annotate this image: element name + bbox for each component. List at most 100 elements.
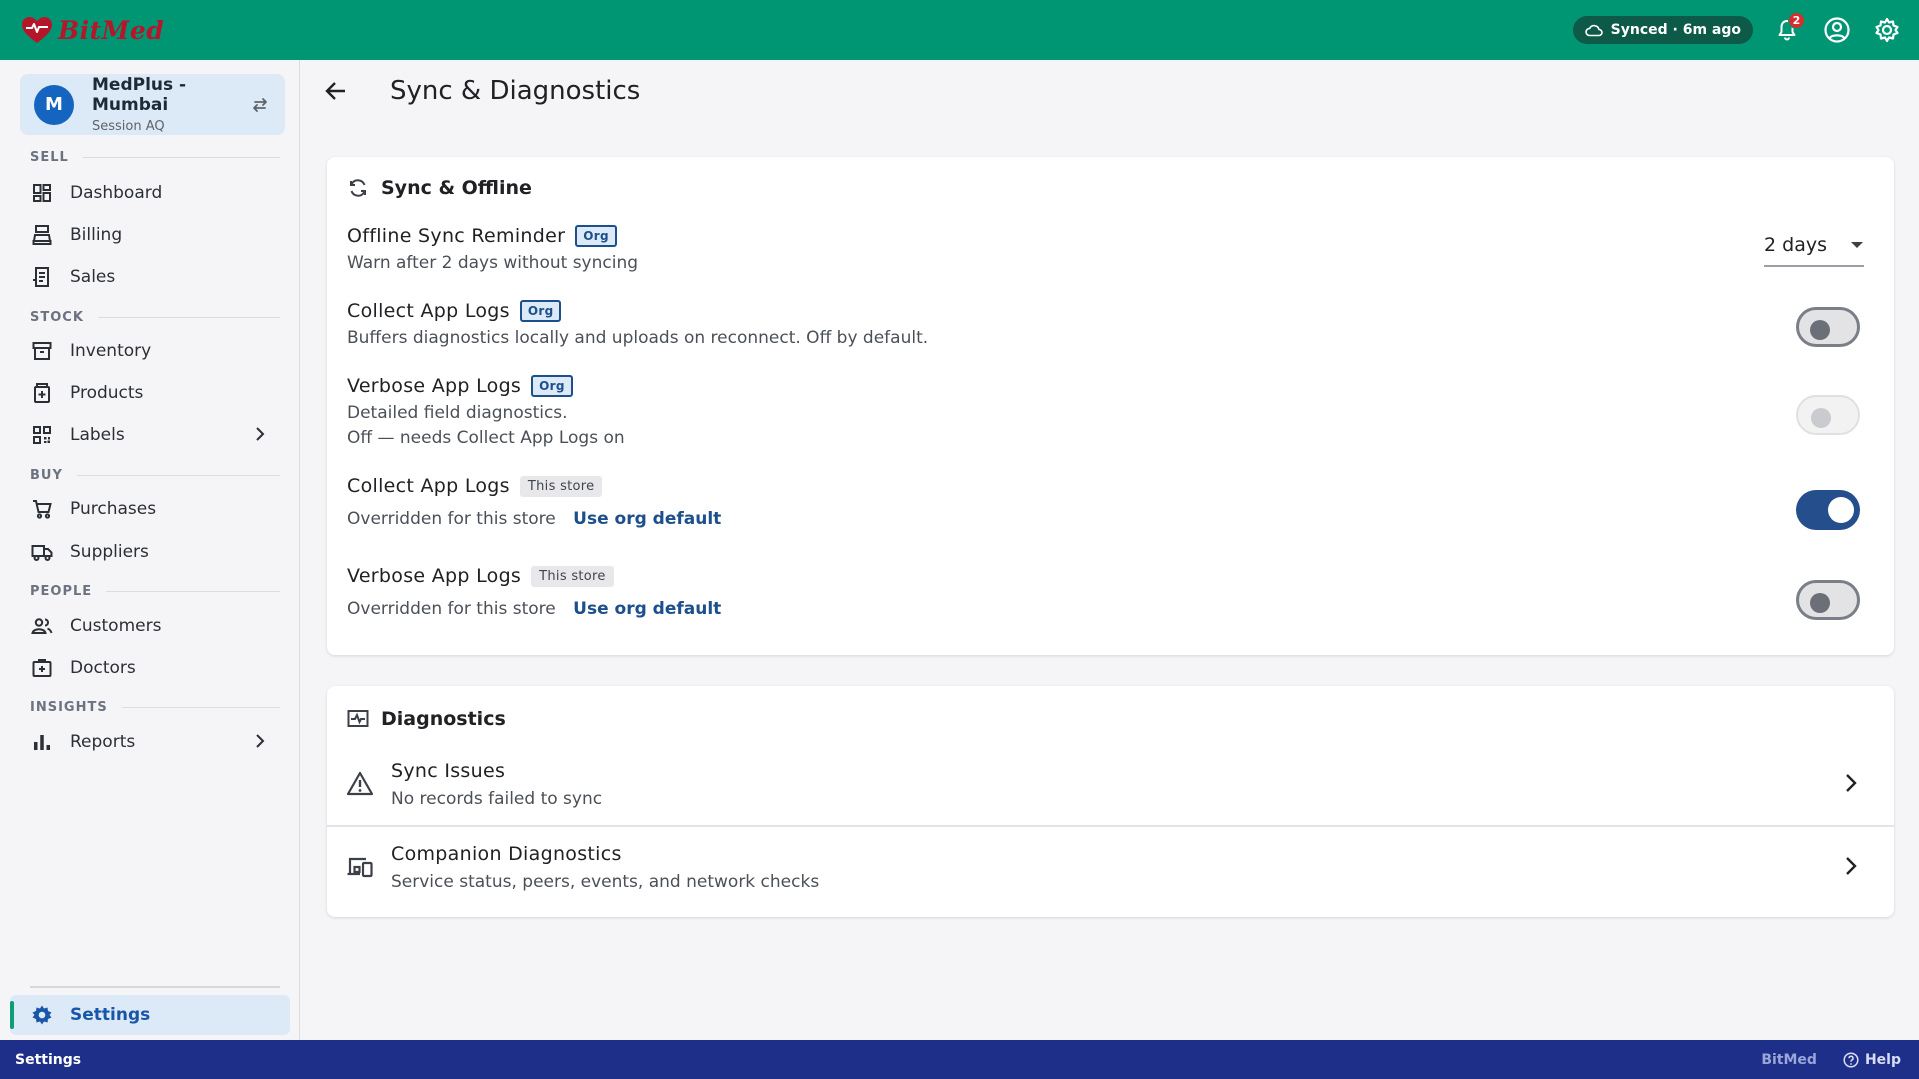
sidebar-divider <box>30 986 280 988</box>
notifications-button[interactable]: 2 <box>1771 12 1805 46</box>
section-people: PEOPLE <box>30 584 280 599</box>
collect-app-logs-store-toggle[interactable] <box>1796 490 1860 530</box>
top-app-bar: BitMed Synced · 6m ago 2 <box>0 0 1919 60</box>
sync-icon <box>350 179 366 197</box>
section-label: STOCK <box>30 310 84 325</box>
row-subtitle: No records failed to sync <box>391 788 603 809</box>
sync-offline-card: Sync & Offline Offline Sync Reminder Org… <box>327 157 1894 655</box>
help-label: Help <box>1864 1051 1901 1068</box>
card-title-text: Sync & Offline <box>381 177 532 199</box>
section-stock: STOCK <box>30 310 280 325</box>
cash-register-icon <box>32 225 52 245</box>
gear-icon <box>32 1005 52 1025</box>
gear-icon <box>1875 17 1899 43</box>
setting-offline-sync-reminder: Offline Sync Reminder Org Warn after 2 d… <box>347 225 1874 276</box>
sidebar-item-label: Doctors <box>70 658 136 678</box>
store-name: MedPlus - Mumbai <box>92 75 187 115</box>
setting-title: Offline Sync Reminder <box>347 225 566 247</box>
row-title: Sync Issues <box>391 759 506 782</box>
override-note: Overridden for this store <box>347 509 556 529</box>
setting-verbose-app-logs-store: Verbose App Logs This store Overridden f… <box>347 565 1874 622</box>
brand-name: BitMed <box>58 15 165 45</box>
collect-app-logs-org-toggle[interactable] <box>1796 307 1860 347</box>
sidebar-item-label: Sales <box>70 267 116 287</box>
verbose-app-logs-org-toggle[interactable] <box>1796 395 1860 435</box>
sidebar-item-dashboard[interactable]: Dashboard <box>20 173 285 213</box>
setting-description-line: Detailed field diagnostics. <box>347 403 568 423</box>
setting-collect-app-logs-org: Collect App Logs Org Buffers diagnostics… <box>347 300 1874 351</box>
monitor-heartbeat-icon <box>347 710 369 727</box>
settings-button[interactable] <box>1871 14 1903 46</box>
sync-issues-row[interactable]: Sync Issues No records failed to sync <box>327 744 1894 824</box>
use-org-default-link[interactable]: Use org default <box>573 509 721 529</box>
dropdown-arrow-icon <box>1851 242 1863 248</box>
sidebar-item-purchases[interactable]: Purchases <box>20 489 285 529</box>
arrow-left-icon <box>325 82 345 100</box>
section-label: PEOPLE <box>30 584 93 599</box>
truck-icon <box>31 545 53 561</box>
scope-tag-org: Org <box>531 375 573 397</box>
section-label: SELL <box>30 150 69 165</box>
sidebar-item-label: Settings <box>70 1005 151 1025</box>
back-button[interactable] <box>320 75 352 107</box>
use-org-default-link[interactable]: Use org default <box>573 599 721 619</box>
sidebar-item-suppliers[interactable]: Suppliers <box>20 532 285 572</box>
sidebar-item-reports[interactable]: Reports <box>20 722 285 762</box>
section-buy: BUY <box>30 468 280 483</box>
scope-tag-org: Org <box>519 300 562 322</box>
sidebar-item-settings[interactable]: Settings <box>10 995 290 1035</box>
setting-title: Collect App Logs <box>347 300 510 322</box>
reminder-days-select[interactable]: 2 days <box>1764 225 1864 267</box>
chevron-right-icon <box>1846 857 1857 875</box>
page-title: Sync & Diagnostics <box>390 76 641 106</box>
row-title: Companion Diagnostics <box>391 842 622 865</box>
avatar: M <box>34 84 74 125</box>
setting-description: Buffers diagnostics locally and uploads … <box>347 328 929 348</box>
sidebar-item-doctors[interactable]: Doctors <box>20 648 285 688</box>
sidebar-item-label: Suppliers <box>70 542 149 562</box>
devices-icon <box>347 857 373 878</box>
override-note: Overridden for this store <box>347 599 556 619</box>
help-button[interactable]: Help <box>1843 1052 1901 1068</box>
card-title: Diagnostics <box>347 708 506 730</box>
sidebar-item-label: Purchases <box>70 499 157 519</box>
sync-status-chip[interactable]: Synced · 6m ago <box>1572 16 1753 44</box>
sidebar-item-label: Inventory <box>70 341 152 361</box>
sync-status-text: Synced · 6m ago <box>1610 22 1741 38</box>
warning-icon <box>346 771 374 796</box>
sidebar-item-label: Billing <box>70 225 123 245</box>
brand-logo[interactable]: BitMed <box>20 15 164 45</box>
swap-icon <box>253 97 267 112</box>
setting-verbose-app-logs-org: Verbose App Logs Org Detailed field diag… <box>347 375 1874 451</box>
verbose-app-logs-store-toggle[interactable] <box>1796 580 1860 620</box>
qr-code-icon <box>33 426 51 444</box>
help-circle-icon <box>1843 1051 1859 1068</box>
sidebar: M MedPlus - Mumbai Session AQ SELL Dashb… <box>0 60 300 1040</box>
sidebar-item-label: Customers <box>70 616 162 636</box>
account-button[interactable] <box>1821 14 1853 46</box>
setting-status-line: Off — needs Collect App Logs on <box>347 428 625 448</box>
people-icon <box>31 618 53 634</box>
sidebar-item-customers[interactable]: Customers <box>20 606 285 646</box>
status-bar-brand: BitMed <box>1761 1051 1817 1068</box>
sidebar-item-label: Dashboard <box>70 183 163 203</box>
select-value: 2 days <box>1764 234 1827 256</box>
receipt-icon <box>33 267 49 287</box>
status-bar-context: Settings <box>15 1051 82 1068</box>
section-label: BUY <box>30 468 63 483</box>
setting-title: Collect App Logs <box>347 475 510 497</box>
archive-box-icon <box>32 342 52 360</box>
store-switcher[interactable]: M MedPlus - Mumbai Session AQ <box>20 74 285 135</box>
account-circle-icon <box>1824 17 1850 43</box>
chevron-right-icon <box>256 734 265 748</box>
sidebar-item-billing[interactable]: Billing <box>20 215 285 255</box>
chevron-right-icon <box>256 427 265 441</box>
notification-count-badge: 2 <box>1788 12 1805 29</box>
sidebar-item-labels[interactable]: Labels <box>20 415 285 455</box>
sidebar-item-products[interactable]: Products <box>20 373 285 413</box>
companion-diagnostics-row[interactable]: Companion Diagnostics Service status, pe… <box>327 827 1894 907</box>
medical-bag-icon <box>32 659 52 677</box>
sidebar-item-inventory[interactable]: Inventory <box>20 331 285 371</box>
sidebar-item-sales[interactable]: Sales <box>20 257 285 297</box>
setting-description: Warn after 2 days without syncing <box>347 253 639 273</box>
